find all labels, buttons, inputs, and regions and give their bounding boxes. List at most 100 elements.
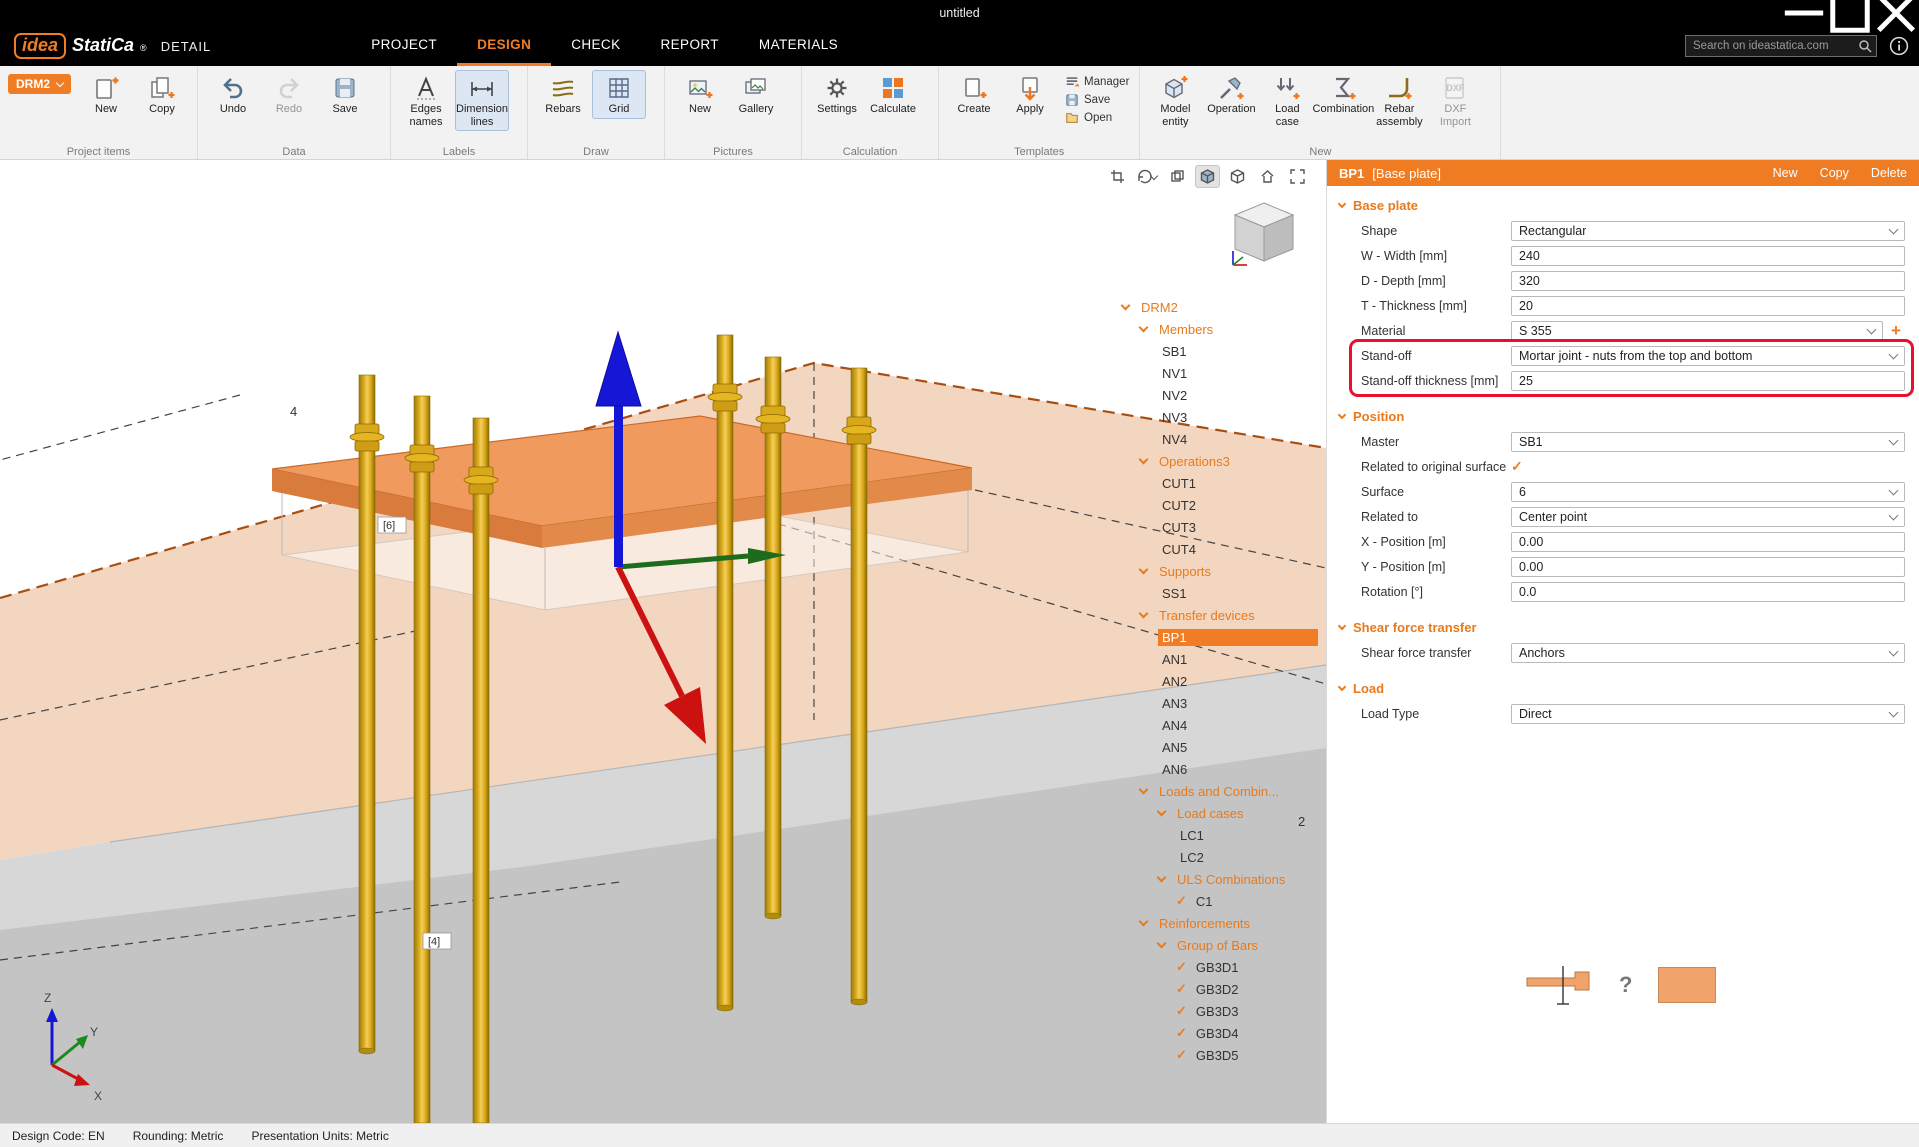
ribbon-button[interactable]: Edges names <box>399 70 453 131</box>
ribbon-button[interactable]: Settings <box>810 70 864 119</box>
header-action-button[interactable]: Delete <box>1871 166 1907 180</box>
dropdown[interactable]: Anchors <box>1511 643 1905 663</box>
viewport-3d[interactable]: 4 [6] [4] 2 Z Y X <box>0 160 1326 1123</box>
ribbon-button[interactable]: Redo <box>262 70 316 119</box>
ribbon-button[interactable]: Rebars <box>536 70 590 119</box>
dropdown[interactable]: Direct <box>1511 704 1905 724</box>
tree-item[interactable]: DRM2 <box>1118 296 1318 318</box>
tree-item[interactable]: GB3D2 <box>1118 978 1318 1000</box>
checkbox-checked-icon[interactable] <box>1176 893 1192 909</box>
text-input[interactable]: 0.0 <box>1511 582 1905 602</box>
tree-item[interactable]: GB3D3 <box>1118 1000 1318 1022</box>
tree-item[interactable]: AN3 <box>1118 692 1318 714</box>
ribbon-button[interactable]: Dimension lines <box>455 70 509 131</box>
tree-item[interactable]: BP1 <box>1118 626 1318 648</box>
chevron-down-icon[interactable] <box>1157 938 1167 948</box>
chevron-down-icon[interactable] <box>1157 806 1167 816</box>
add-material-button[interactable] <box>1887 321 1905 341</box>
ribbon-button[interactable]: New <box>673 70 727 119</box>
section-header[interactable]: Position <box>1327 403 1919 429</box>
tree-item[interactable]: Transfer devices <box>1118 604 1318 626</box>
tree-item[interactable]: AN4 <box>1118 714 1318 736</box>
ribbon-button[interactable]: Gallery <box>729 70 783 119</box>
header-action-button[interactable]: Copy <box>1820 166 1849 180</box>
project-item-selector[interactable]: DRM2 <box>8 74 71 94</box>
chevron-down-icon[interactable] <box>1121 300 1131 310</box>
chevron-down-icon[interactable] <box>1139 564 1149 574</box>
ribbon-menu-item[interactable]: Save <box>1065 93 1129 107</box>
tree-item[interactable]: Reinforcements <box>1118 912 1318 934</box>
fullscreen-button[interactable] <box>1285 165 1310 188</box>
menu-tab[interactable]: CHECK <box>551 26 640 66</box>
text-input[interactable]: 0.00 <box>1511 532 1905 552</box>
tree-item[interactable]: CUT2 <box>1118 494 1318 516</box>
tree-item[interactable]: AN6 <box>1118 758 1318 780</box>
tree-item[interactable]: Operations3 <box>1118 450 1318 472</box>
menu-tab[interactable]: PROJECT <box>351 26 457 66</box>
dropdown[interactable]: SB1 <box>1511 432 1905 452</box>
tree-item[interactable]: NV3 <box>1118 406 1318 428</box>
tree-item[interactable]: AN1 <box>1118 648 1318 670</box>
ribbon-button[interactable]: New <box>79 70 133 119</box>
tree-item[interactable]: Supports <box>1118 560 1318 582</box>
tree-item[interactable]: GB3D5 <box>1118 1044 1318 1066</box>
close-button[interactable] <box>1873 0 1919 26</box>
chevron-down-icon[interactable] <box>1139 916 1149 926</box>
header-action-button[interactable]: New <box>1773 166 1798 180</box>
ribbon-button[interactable]: Calculate <box>866 70 920 119</box>
tree-item[interactable]: Loads and Combin... <box>1118 780 1318 802</box>
tree-item[interactable]: AN5 <box>1118 736 1318 758</box>
ribbon-button[interactable]: Apply <box>1003 70 1057 119</box>
ribbon-button[interactable]: Grid <box>592 70 646 119</box>
dropdown[interactable]: Mortar joint - nuts from the top and bot… <box>1511 346 1905 366</box>
section-header[interactable]: Load <box>1327 675 1919 701</box>
tree-item[interactable]: NV2 <box>1118 384 1318 406</box>
checkbox-checked-icon[interactable] <box>1176 959 1192 975</box>
dropdown[interactable]: Center point <box>1511 507 1905 527</box>
tree-item[interactable]: CUT1 <box>1118 472 1318 494</box>
text-input[interactable]: 20 <box>1511 296 1905 316</box>
menu-tab[interactable]: DESIGN <box>457 26 551 66</box>
ribbon-button[interactable]: Model entity <box>1148 70 1202 131</box>
section-header[interactable]: Base plate <box>1327 192 1919 218</box>
chevron-down-icon[interactable] <box>1139 608 1149 618</box>
tree-item[interactable]: LC1 <box>1118 824 1318 846</box>
tree-item[interactable]: ULS Combinations <box>1118 868 1318 890</box>
search-icon[interactable] <box>1858 39 1872 53</box>
menu-tab[interactable]: MATERIALS <box>739 26 858 66</box>
tree-item[interactable]: LC2 <box>1118 846 1318 868</box>
tree-item[interactable]: SS1 <box>1118 582 1318 604</box>
section-header[interactable]: Shear force transfer <box>1327 614 1919 640</box>
tree-item[interactable]: C1 <box>1118 890 1318 912</box>
checkbox-checked-icon[interactable] <box>1511 458 1523 475</box>
ribbon-button[interactable]: Create <box>947 70 1001 119</box>
ribbon-button[interactable]: Operation <box>1204 70 1258 119</box>
checkbox-checked-icon[interactable] <box>1176 1047 1192 1063</box>
tree-item[interactable]: NV4 <box>1118 428 1318 450</box>
tree-item[interactable]: AN2 <box>1118 670 1318 692</box>
tree-item[interactable]: Group of Bars <box>1118 934 1318 956</box>
tree-item[interactable]: Load cases <box>1118 802 1318 824</box>
dropdown[interactable]: 6 <box>1511 482 1905 502</box>
chevron-down-icon[interactable] <box>1157 872 1167 882</box>
info-icon[interactable] <box>1889 36 1909 56</box>
dropdown[interactable]: Rectangular <box>1511 221 1905 241</box>
menu-tab[interactable]: REPORT <box>641 26 739 66</box>
view-solid-button[interactable] <box>1195 165 1220 188</box>
ribbon-menu-item[interactable]: Manager <box>1065 75 1129 89</box>
ribbon-button[interactable]: Rebar assembly <box>1372 70 1426 131</box>
ribbon-menu-item[interactable]: Open <box>1065 111 1129 125</box>
ribbon-button[interactable]: Combination <box>1316 70 1370 119</box>
search-input[interactable] <box>1693 40 1858 52</box>
text-input[interactable]: 240 <box>1511 246 1905 266</box>
rotate-view-button[interactable] <box>1135 165 1160 188</box>
text-input[interactable]: 320 <box>1511 271 1905 291</box>
text-input[interactable]: 25 <box>1511 371 1905 391</box>
ribbon-button[interactable]: DXF DXF Import <box>1428 70 1482 131</box>
chevron-down-icon[interactable] <box>1139 454 1149 464</box>
checkbox-checked-icon[interactable] <box>1176 981 1192 997</box>
tree-item[interactable]: Members <box>1118 318 1318 340</box>
tree-item[interactable]: CUT3 <box>1118 516 1318 538</box>
ribbon-button[interactable]: Load case <box>1260 70 1314 131</box>
dropdown[interactable]: S 355 <box>1511 321 1883 341</box>
